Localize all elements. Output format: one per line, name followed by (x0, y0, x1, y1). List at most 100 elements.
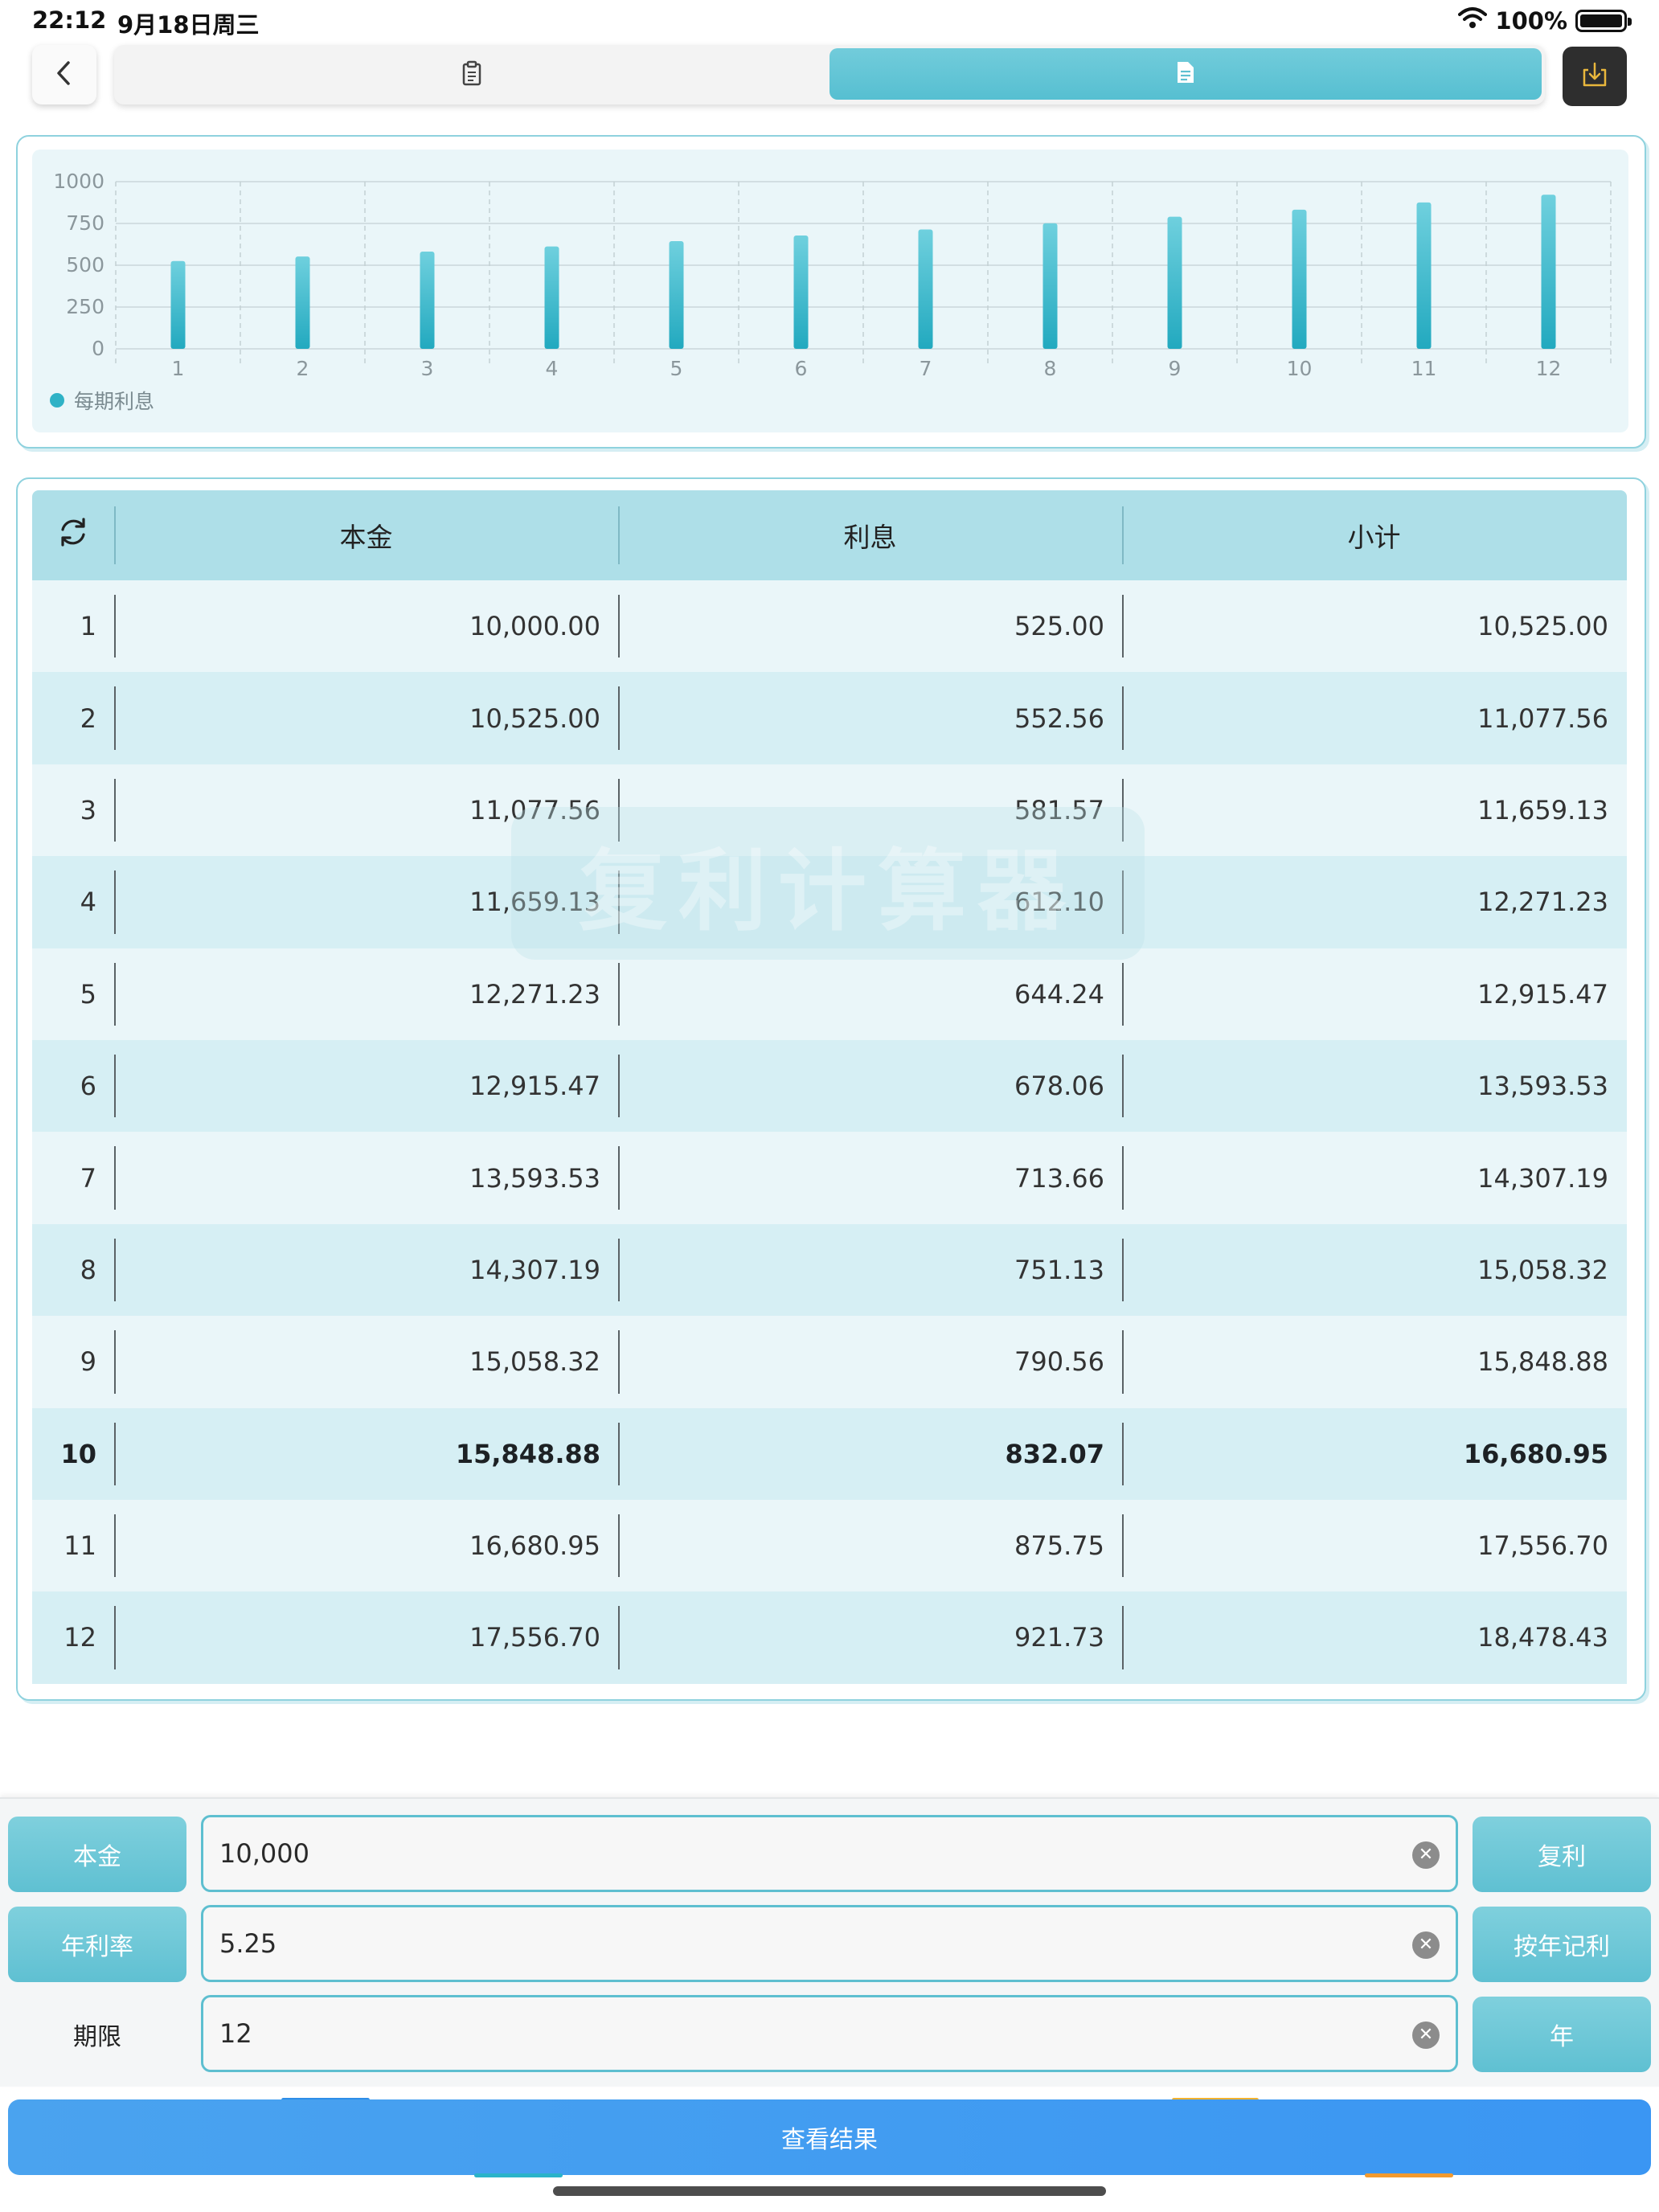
row-index: 11 (63, 1530, 96, 1562)
row-index: 12 (63, 1622, 96, 1653)
clear-icon[interactable]: ✕ (1412, 1841, 1440, 1869)
clipboard-icon (461, 60, 482, 89)
wifi-icon (1458, 6, 1488, 35)
principal-input[interactable]: 10,000 ✕ (201, 1815, 1458, 1892)
x-tick-label: 11 (1411, 357, 1437, 380)
subtotal-cell: 11,659.13 (1122, 764, 1626, 856)
table-row[interactable]: 12 17,556.70 921.73 18,478.43 (32, 1591, 1627, 1684)
bar-12 (1541, 195, 1556, 349)
tab-detail[interactable] (830, 48, 1542, 100)
bar-8 (1043, 223, 1058, 349)
view-segment-control (114, 45, 1545, 104)
term-input[interactable]: 12 ✕ (201, 1995, 1458, 2072)
legend-dot-icon (50, 393, 64, 408)
interest-cell: 644.24 (618, 948, 1122, 1040)
y-tick-label: 500 (66, 253, 104, 276)
battery-percent: 100% (1495, 6, 1567, 35)
subtotal-cell: 12,915.47 (1122, 948, 1626, 1040)
header-interest: 利息 (618, 490, 1122, 580)
y-tick-label: 1000 (53, 170, 104, 193)
rate-label[interactable]: 年利率 (8, 1907, 186, 1982)
principal-cell: 10,000.00 (114, 580, 618, 672)
row-index: 9 (80, 1346, 96, 1378)
x-tick-label: 9 (1169, 357, 1182, 380)
chevron-left-icon (52, 59, 76, 90)
interest-cell: 525.00 (618, 580, 1122, 672)
principal-cell: 12,915.47 (114, 1040, 618, 1132)
term-unit-button[interactable]: 年 (1473, 1997, 1651, 2072)
row-index: 3 (80, 794, 96, 825)
row-index: 10 (60, 1438, 96, 1469)
table-row[interactable]: 8 14,307.19 751.13 15,058.32 (32, 1223, 1627, 1317)
row-index: 2 (80, 703, 96, 734)
subtotal-cell: 12,271.23 (1122, 856, 1626, 948)
subtotal-cell: 10,525.00 (1122, 580, 1626, 672)
compound-period-button[interactable]: 按年记利 (1473, 1907, 1651, 1982)
term-label: 期限 (73, 2023, 121, 2051)
interest-cell: 832.07 (618, 1408, 1122, 1500)
refresh-button[interactable] (32, 490, 114, 580)
principal-cell: 10,525.00 (114, 672, 618, 764)
clear-icon[interactable]: ✕ (1412, 2022, 1440, 2049)
download-tray-icon (1580, 60, 1609, 92)
principal-label[interactable]: 本金 (8, 1817, 186, 1892)
principal-value: 10,000 (219, 1838, 309, 1869)
mode-button[interactable]: 复利 (1473, 1817, 1651, 1892)
tab-summary[interactable] (114, 45, 830, 104)
accent-line (1365, 2173, 1453, 2177)
principal-cell: 13,593.53 (114, 1132, 618, 1223)
x-tick-label: 12 (1536, 357, 1562, 380)
rate-input[interactable]: 5.25 ✕ (201, 1905, 1458, 1982)
table-row[interactable]: 9 15,058.32 790.56 15,848.88 (32, 1316, 1627, 1408)
x-tick-label: 7 (920, 357, 932, 380)
status-date: 9月18日周三 (117, 11, 260, 39)
x-tick-label: 4 (546, 357, 559, 380)
subtotal-cell: 18,478.43 (1122, 1591, 1626, 1683)
term-value: 12 (219, 2018, 252, 2049)
table-row[interactable]: 11 16,680.95 875.75 17,556.70 (32, 1499, 1627, 1592)
table-row[interactable]: 10 15,848.88 832.07 16,680.95 (32, 1407, 1627, 1500)
table-row[interactable]: 1 10,000.00 525.00 10,525.00 (32, 580, 1627, 673)
subtotal-cell: 15,848.88 (1122, 1316, 1626, 1407)
subtotal-cell: 16,680.95 (1122, 1408, 1626, 1500)
principal-cell: 14,307.19 (114, 1224, 618, 1316)
clear-icon[interactable]: ✕ (1412, 1931, 1440, 1959)
interest-cell: 790.56 (618, 1316, 1122, 1407)
bar-2 (295, 256, 310, 349)
refresh-icon (56, 515, 90, 555)
subtotal-cell: 13,593.53 (1122, 1040, 1626, 1132)
row-index: 8 (80, 1254, 96, 1285)
subtotal-cell: 15,058.32 (1122, 1224, 1626, 1316)
table-row[interactable]: 2 10,525.00 552.56 11,077.56 (32, 672, 1627, 764)
interest-cell: 875.75 (618, 1500, 1122, 1591)
principal-cell: 12,271.23 (114, 948, 618, 1040)
status-bar: 22:12 9月18日周三 100% (0, 0, 1659, 42)
table-row[interactable]: 5 12,271.23 644.24 12,915.47 (32, 948, 1627, 1040)
table-row[interactable]: 6 12,915.47 678.06 13,593.53 (32, 1039, 1627, 1133)
bar-10 (1292, 209, 1307, 349)
row-index: 1 (80, 611, 96, 642)
table-header: 本金 利息 小计 (32, 490, 1627, 580)
interest-cell: 921.73 (618, 1591, 1122, 1683)
export-button[interactable] (1563, 47, 1627, 106)
interest-cell: 552.56 (618, 672, 1122, 764)
chart-legend[interactable]: 每期利息 (50, 386, 154, 415)
schedule-table: 本金 利息 小计 1 10,000.00 525.00 10,525.00 2 10,52… (32, 490, 1627, 1684)
row-index: 6 (80, 1071, 96, 1102)
bar-3 (420, 252, 435, 349)
y-tick-label: 250 (66, 295, 104, 318)
bar-11 (1416, 202, 1432, 349)
bar-4 (544, 246, 559, 349)
battery-icon (1575, 9, 1632, 32)
view-result-button[interactable]: 查看结果 (8, 2099, 1651, 2175)
principal-cell: 17,556.70 (114, 1591, 618, 1683)
status-time: 22:12 (32, 6, 107, 34)
header-subtotal: 小计 (1122, 490, 1626, 580)
table-row[interactable]: 7 13,593.53 713.66 14,307.19 (32, 1132, 1627, 1224)
principal-cell: 16,680.95 (114, 1500, 618, 1591)
accent-line (474, 2173, 563, 2177)
back-button[interactable] (32, 45, 96, 104)
row-index: 4 (80, 887, 96, 918)
interest-cell: 713.66 (618, 1132, 1122, 1223)
input-panel: 本金 10,000 ✕ 复利 年利率 5.25 ✕ 按年记利 期限 12 ✕ 年 (0, 1797, 1659, 2087)
